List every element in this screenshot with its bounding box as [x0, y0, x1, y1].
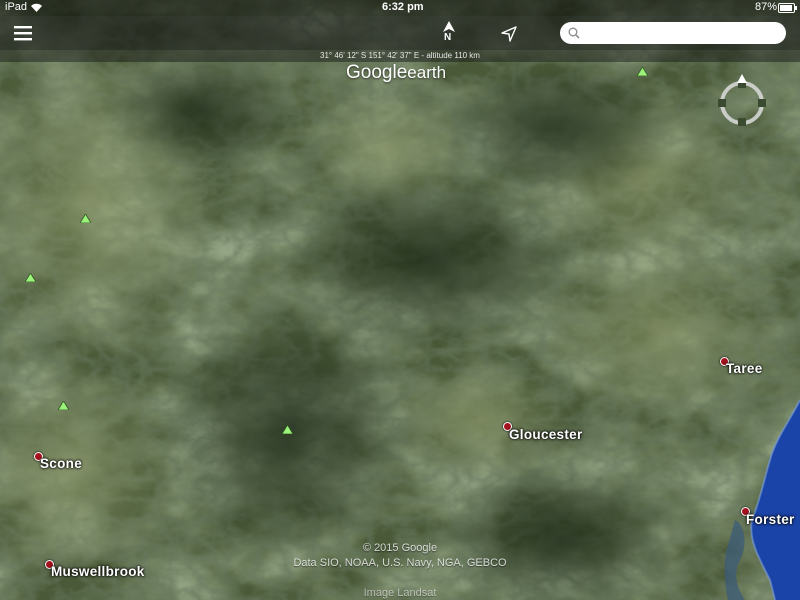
mountain-peak-icon[interactable]: [58, 401, 69, 410]
coordinates-readout: 31° 46' 12" S 151° 42' 37" E - altitude …: [0, 50, 800, 62]
north-arrow-icon: [443, 21, 455, 32]
google-earth-logo: Googleearth: [346, 62, 446, 84]
mountain-peak-icon[interactable]: [282, 425, 293, 434]
device-name: iPad: [5, 1, 28, 13]
mountain-peak-icon[interactable]: [637, 67, 648, 76]
place-label-muswellbrook[interactable]: Muswellbrook: [51, 564, 145, 579]
battery-icon: [778, 3, 797, 13]
magnifier-icon: [568, 27, 580, 39]
status-bar: iPad 6:32 pm 87%: [0, 0, 800, 16]
mountain-peak-icon[interactable]: [80, 214, 91, 223]
place-label-scone[interactable]: Scone: [40, 456, 82, 471]
logo-google: Google: [346, 62, 408, 83]
place-label-forster[interactable]: Forster: [746, 512, 795, 527]
location-arrow-icon[interactable]: [501, 26, 517, 42]
place-label-gloucester[interactable]: Gloucester: [509, 427, 583, 442]
copyright-text: © 2015 Google: [362, 542, 438, 554]
navigation-compass-icon[interactable]: [714, 72, 770, 130]
logo-earth: earth: [407, 63, 447, 82]
mountain-peak-icon[interactable]: [25, 273, 36, 282]
data-attribution: Data SIO, NOAA, U.S. Navy, NGA, GEBCO: [293, 557, 507, 569]
image-attribution: Image Landsat: [363, 587, 437, 599]
north-compass-button[interactable]: N: [438, 20, 460, 48]
satellite-map[interactable]: [0, 0, 800, 600]
north-label: N: [444, 32, 452, 43]
place-label-taree[interactable]: Taree: [726, 361, 763, 376]
clock: 6:32 pm: [382, 1, 424, 13]
battery-percent: 87%: [755, 1, 778, 13]
wifi-icon: [31, 3, 42, 12]
search-input[interactable]: [560, 22, 786, 44]
hamburger-menu-icon[interactable]: [14, 26, 34, 41]
